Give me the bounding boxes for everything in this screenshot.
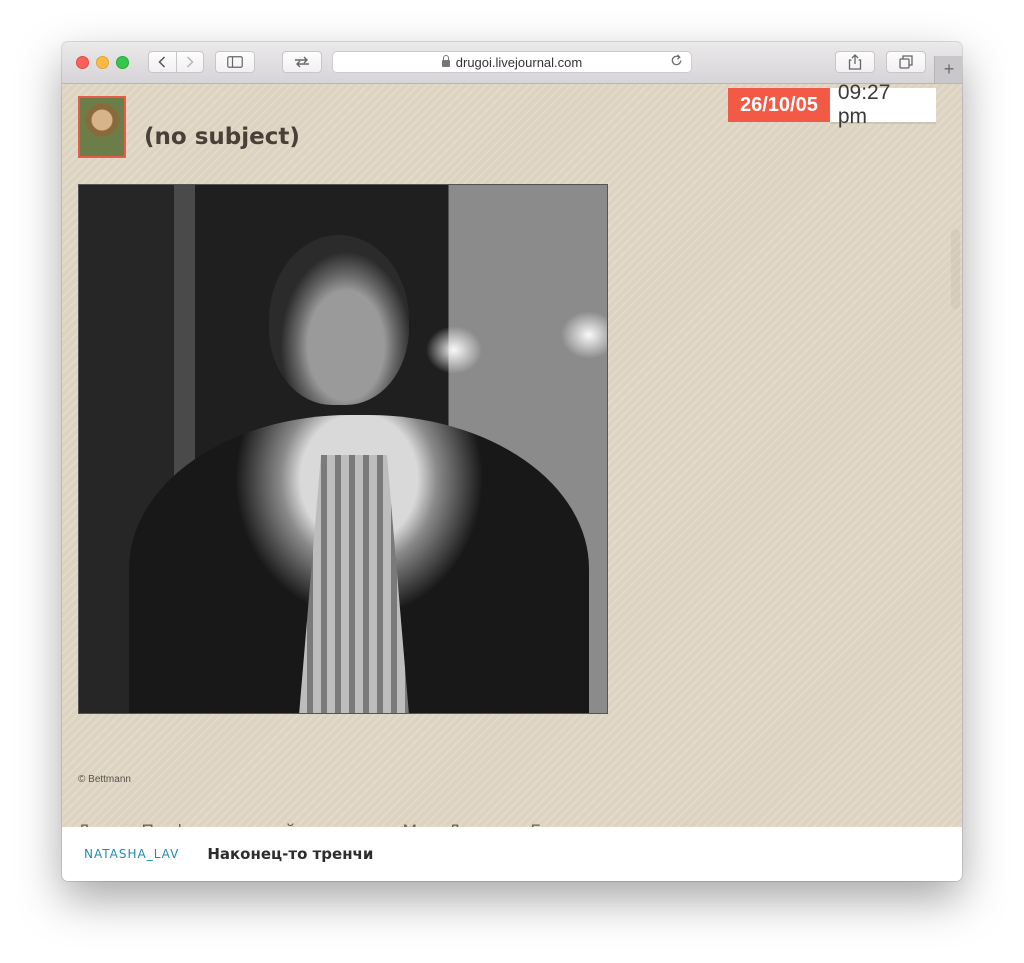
photo-credit: © Bettmann [78, 774, 131, 785]
browser-toolbar: drugoi.livejournal.com + [62, 42, 962, 84]
plus-icon: + [943, 59, 955, 79]
minimize-window-button[interactable] [96, 56, 109, 69]
share-icon [848, 54, 862, 70]
address-bar[interactable]: drugoi.livejournal.com [332, 51, 692, 73]
post-photo[interactable] [78, 184, 608, 714]
post-subject: (no subject) [144, 124, 300, 150]
tab-switch-button[interactable] [282, 51, 322, 73]
forward-button[interactable] [175, 52, 204, 72]
chevron-right-icon [186, 56, 194, 68]
scrollbar[interactable] [951, 229, 960, 309]
browser-window: drugoi.livejournal.com + (no subject) 26… [62, 42, 962, 881]
back-button[interactable] [149, 52, 176, 72]
photo-figure-head [269, 235, 409, 405]
url-text: drugoi.livejournal.com [455, 54, 583, 70]
related-post-bar: NATASHA_LAV Наконец-то тренчи [62, 827, 962, 881]
navigation-buttons [148, 51, 204, 73]
sidebar-toggle-button[interactable] [215, 51, 255, 73]
post-datetime: 26/10/05 09:27 pm [728, 81, 936, 128]
share-button[interactable] [835, 51, 875, 73]
post-date[interactable]: 26/10/05 [728, 88, 830, 122]
close-window-button[interactable] [76, 56, 89, 69]
related-post-author-link[interactable]: NATASHA_LAV [84, 847, 179, 861]
chevron-left-icon [158, 56, 166, 68]
reload-icon[interactable] [670, 54, 683, 70]
lock-icon [441, 55, 450, 67]
user-avatar[interactable] [78, 96, 126, 158]
sidebar-icon [227, 56, 243, 68]
tabs-icon [899, 55, 913, 69]
arrows-swap-icon [295, 56, 309, 68]
show-tabs-button[interactable] [886, 51, 926, 73]
zoom-window-button[interactable] [116, 56, 129, 69]
related-post-title-link[interactable]: Наконец-то тренчи [207, 845, 373, 863]
page-content: (no subject) 26/10/05 09:27 pm © Bettman… [62, 81, 962, 840]
new-tab-button[interactable]: + [934, 56, 962, 83]
post-time: 09:27 pm [829, 81, 936, 128]
